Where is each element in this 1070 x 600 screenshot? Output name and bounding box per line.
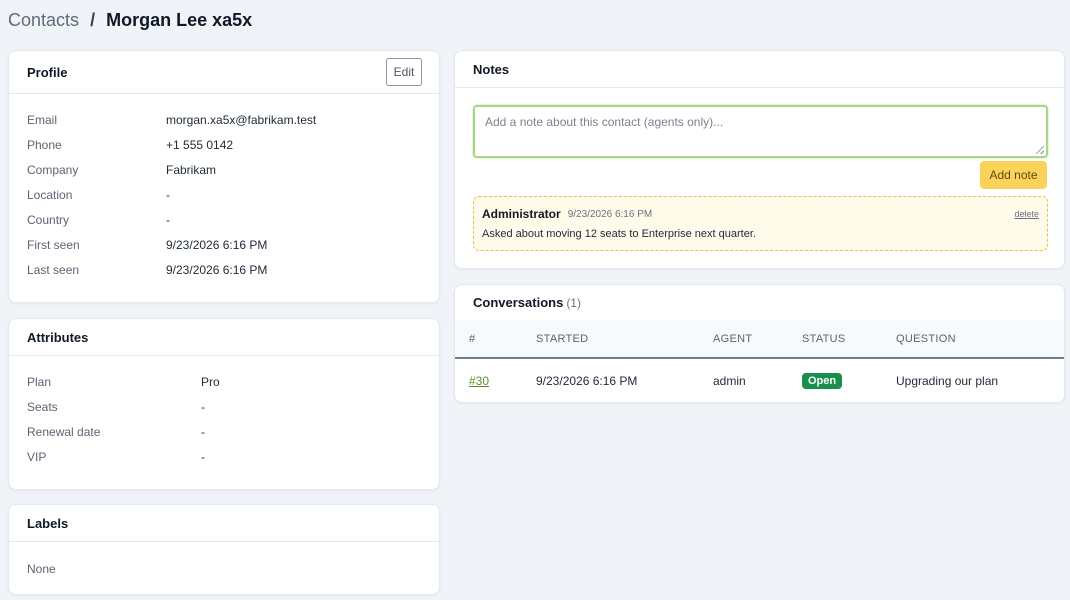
status-badge: Open: [802, 372, 843, 389]
note-item: Administrator 9/23/2026 6:16 PM delete A…: [473, 196, 1048, 251]
labels-card: Labels None: [8, 504, 440, 595]
table-header-row: # STARTED AGENT STATUS QUESTION: [455, 320, 1064, 359]
resize-handle-icon[interactable]: [1036, 146, 1044, 154]
column-header-started[interactable]: STARTED: [536, 320, 713, 359]
conversations-count: (1): [566, 296, 581, 310]
attributes-header: Attributes: [9, 319, 439, 356]
profile-row-first-seen: First seen 9/23/2026 6:16 PM: [27, 232, 421, 257]
edit-profile-button[interactable]: Edit: [386, 58, 422, 86]
column-header-question[interactable]: QUESTION: [896, 320, 1064, 359]
notes-title: Notes: [473, 61, 510, 77]
add-note-button[interactable]: Add note: [980, 161, 1047, 189]
profile-card: Profile Edit Email morgan.xa5x@fabrikam.…: [8, 50, 440, 303]
conversations-card: Conversations (1) # STARTED AGENT STATUS …: [454, 284, 1065, 403]
field-label: Phone: [27, 137, 62, 152]
field-value: +1 555 0142: [166, 137, 234, 152]
note-input[interactable]: Add a note about this contact (agents on…: [473, 105, 1048, 158]
column-header-status[interactable]: STATUS: [802, 320, 896, 359]
profile-header: Profile Edit: [9, 51, 439, 94]
notes-header: Notes: [455, 51, 1064, 88]
field-label: Last seen: [27, 262, 80, 277]
conversations-title-text: Conversations: [473, 295, 564, 310]
conversations-title: Conversations (1): [473, 295, 581, 310]
field-label: First seen: [27, 237, 80, 252]
delete-note-link[interactable]: delete: [1014, 209, 1039, 219]
labels-empty-text: None: [27, 562, 56, 576]
conversation-link[interactable]: #30: [469, 374, 489, 388]
field-value: 9/23/2026 6:16 PM: [166, 262, 268, 277]
conversations-header: Conversations (1): [455, 285, 1064, 320]
attributes-card: Attributes Plan Pro Seats - Renewal date…: [8, 318, 440, 490]
field-value: -: [166, 187, 170, 202]
profile-row-location: Location -: [27, 182, 421, 207]
notes-card: Notes Add a note about this contact (age…: [454, 50, 1065, 269]
column-header-id[interactable]: #: [455, 320, 536, 359]
breadcrumb-separator: /: [90, 10, 96, 30]
conversation-id-cell: #30: [455, 358, 536, 402]
attribute-label: Renewal date: [27, 424, 101, 439]
attribute-row-plan: Plan Pro: [27, 369, 421, 394]
breadcrumb-contacts-link[interactable]: Contacts: [8, 10, 79, 30]
profile-row-phone: Phone +1 555 0142: [27, 132, 421, 157]
attribute-label: Plan: [27, 374, 52, 389]
note-timestamp: 9/23/2026 6:16 PM: [567, 208, 653, 220]
field-label: Company: [27, 162, 79, 177]
attribute-value: -: [201, 449, 205, 464]
note-item-header: Administrator 9/23/2026 6:16 PM delete: [482, 206, 1039, 222]
field-value: morgan.xa5x@fabrikam.test: [166, 112, 317, 127]
table-row[interactable]: #30 9/23/2026 6:16 PM admin Open Upgradi…: [455, 358, 1064, 402]
conversation-status-cell: Open: [802, 358, 896, 402]
field-label: Email: [27, 112, 58, 127]
conversations-table: # STARTED AGENT STATUS QUESTION #30 9/23…: [455, 320, 1064, 402]
attribute-label: VIP: [27, 449, 47, 464]
profile-row-company: Company Fabrikam: [27, 157, 421, 182]
attribute-row-seats: Seats -: [27, 394, 421, 419]
profile-row-country: Country -: [27, 207, 421, 232]
field-label: Country: [27, 212, 70, 227]
profile-row-last-seen: Last seen 9/23/2026 6:16 PM: [27, 257, 421, 282]
field-value: 9/23/2026 6:16 PM: [166, 237, 268, 252]
attribute-row-vip: VIP -: [27, 444, 421, 469]
field-value: Fabrikam: [166, 162, 217, 177]
attribute-row-renewal-date: Renewal date -: [27, 419, 421, 444]
profile-row-email: Email morgan.xa5x@fabrikam.test: [27, 107, 421, 132]
note-input-placeholder: Add a note about this contact (agents on…: [485, 115, 724, 129]
conversation-started: 9/23/2026 6:16 PM: [536, 373, 638, 388]
page-title: Morgan Lee xa5x: [106, 10, 253, 30]
conversation-agent: admin: [713, 373, 746, 388]
labels-header: Labels: [9, 505, 439, 542]
attribute-label: Seats: [27, 399, 58, 414]
field-value: -: [166, 212, 170, 227]
labels-title: Labels: [27, 515, 69, 531]
conversation-question: Upgrading our plan: [896, 373, 999, 388]
note-author: Administrator: [482, 207, 561, 221]
profile-title: Profile: [27, 64, 68, 80]
note-text: Asked about moving 12 seats to Enterpris…: [482, 228, 756, 240]
attributes-title: Attributes: [27, 329, 89, 345]
profile-fields: Email morgan.xa5x@fabrikam.test Phone +1…: [9, 94, 439, 282]
column-header-agent[interactable]: AGENT: [713, 320, 802, 359]
attributes-fields: Plan Pro Seats - Renewal date - VIP -: [9, 356, 439, 469]
attribute-value: -: [201, 424, 205, 439]
field-label: Location: [27, 187, 73, 202]
breadcrumb: Contacts / Morgan Lee xa5x: [8, 8, 252, 32]
attribute-value: Pro: [201, 374, 220, 389]
attribute-value: -: [201, 399, 205, 414]
